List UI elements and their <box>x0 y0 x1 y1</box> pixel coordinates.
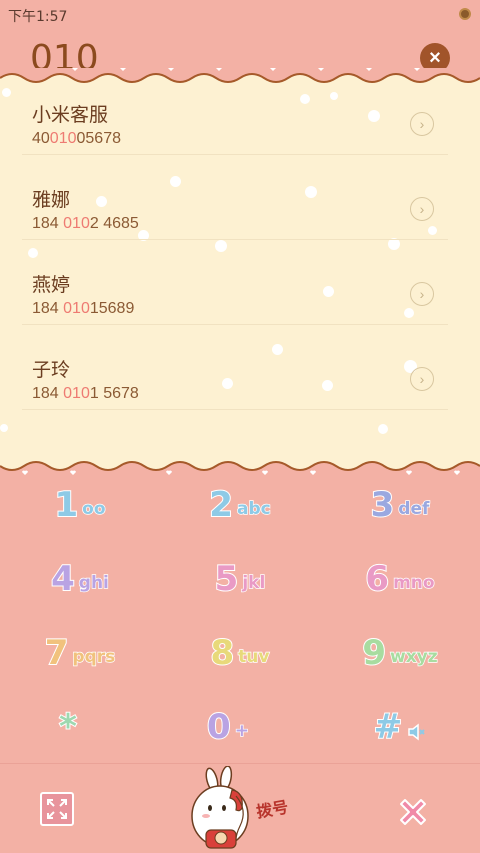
key-letters: ghi <box>78 572 110 593</box>
key-digit: 6 <box>364 558 390 600</box>
key-digit: 0 <box>206 706 232 748</box>
key-letters: mno <box>392 572 435 593</box>
key-9[interactable]: 9 wxyz <box>320 616 480 690</box>
snow-dot <box>2 88 11 97</box>
mute-icon <box>408 723 425 741</box>
key-letters: + <box>234 720 250 741</box>
dial-label: 拨号 <box>254 797 290 822</box>
key-letters: oo <box>81 498 106 519</box>
contact-row[interactable]: 雅娜 184 0102 4685 › <box>22 155 448 240</box>
bunny-phone-icon <box>191 766 249 849</box>
key-6[interactable]: 6 mno <box>320 542 480 616</box>
key-letters: abc <box>236 498 271 519</box>
dial-keypad: 1 oo 2 abc 3 def 4 ghi 5 jkl 6 mno 7 pqr… <box>0 468 480 763</box>
status-bar: 下午1:57 <box>0 0 480 28</box>
contact-row[interactable]: 燕婷 184 01015689 › <box>22 240 448 325</box>
key-letters: wxyz <box>389 646 438 667</box>
key-digit: 8 <box>210 632 236 674</box>
snow-dot <box>378 424 388 434</box>
key-digit: 1 <box>53 484 79 526</box>
key-digit: 5 <box>214 558 240 600</box>
contact-row[interactable]: 子玲 184 0101 5678 › <box>22 325 448 410</box>
key-digit: 2 <box>208 484 234 526</box>
bottom-action-bar: 拨号 <box>0 763 480 853</box>
chevron-right-icon[interactable]: › <box>410 367 434 391</box>
key-letters: pqrs <box>72 646 116 667</box>
fullscreen-button[interactable] <box>40 792 74 826</box>
contact-number: 184 01015689 <box>32 300 135 317</box>
key-0[interactable]: 0 + <box>148 690 308 764</box>
chevron-right-icon[interactable]: › <box>410 197 434 221</box>
close-icon: × <box>429 47 441 69</box>
key-2[interactable]: 2 abc <box>160 468 320 542</box>
key-8[interactable]: 8 tuv <box>160 616 320 690</box>
contact-results-panel: 小米客服 4001005678 › 雅娜 184 0102 4685 › 燕婷 … <box>0 68 480 478</box>
key-digit: * <box>58 706 78 748</box>
contact-number: 184 0101 5678 <box>32 385 139 402</box>
key-letters: jkl <box>242 572 266 593</box>
snow-dot <box>0 424 8 432</box>
contact-name: 雅娜 <box>32 189 71 211</box>
key-3[interactable]: 3 def <box>320 468 480 542</box>
contact-number: 4001005678 <box>32 130 121 147</box>
expand-icon <box>47 799 67 819</box>
status-time: 下午1:57 <box>8 9 68 25</box>
key-digit: 9 <box>361 632 387 674</box>
dial-button[interactable]: 拨号 <box>180 764 310 853</box>
key-7[interactable]: 7 pqrs <box>0 616 160 690</box>
contact-number: 184 0102 4685 <box>32 215 139 232</box>
notification-icon <box>459 8 471 20</box>
key-hash[interactable]: # <box>320 690 480 764</box>
key-5[interactable]: 5 jkl <box>160 542 320 616</box>
key-digit: 7 <box>44 632 70 674</box>
key-digit: 3 <box>370 484 396 526</box>
contact-name: 燕婷 <box>32 274 71 296</box>
key-digit: 4 <box>50 558 76 600</box>
chevron-right-icon[interactable]: › <box>410 112 434 136</box>
key-digit: # <box>373 706 403 748</box>
key-1[interactable]: 1 oo <box>0 468 160 542</box>
key-letters: tuv <box>237 646 270 667</box>
key-letters: def <box>398 498 431 519</box>
contact-name: 小米客服 <box>32 104 109 126</box>
delete-button[interactable] <box>395 794 431 830</box>
chevron-right-icon[interactable]: › <box>410 282 434 306</box>
contact-row[interactable]: 小米客服 4001005678 › <box>22 70 448 155</box>
delete-x-icon <box>400 799 426 825</box>
contact-name: 子玲 <box>32 359 71 381</box>
key-4[interactable]: 4 ghi <box>0 542 160 616</box>
key-star[interactable]: * <box>0 690 148 764</box>
